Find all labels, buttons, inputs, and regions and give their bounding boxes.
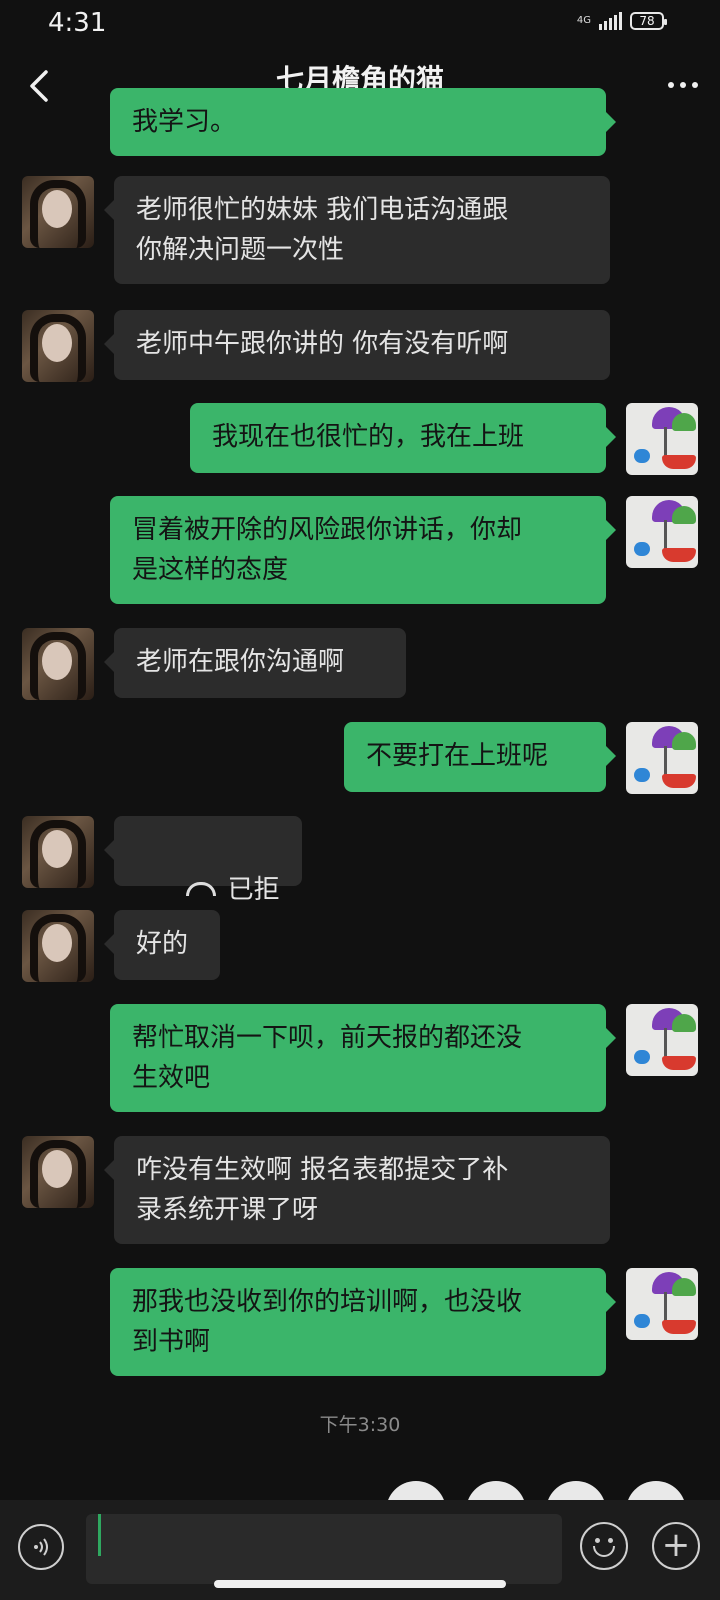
plus-button[interactable]: + xyxy=(652,1522,700,1570)
home-indicator[interactable] xyxy=(214,1580,506,1588)
user-avatar[interactable] xyxy=(626,496,698,568)
message-bubble[interactable]: 帮忙取消一下呗，前天报的都还没 生效吧 xyxy=(110,1004,616,1112)
emoji-button[interactable] xyxy=(580,1522,628,1570)
message-bubble[interactable]: 我现在也很忙的，我在上班 xyxy=(190,403,616,473)
contact-avatar[interactable] xyxy=(22,628,94,700)
user-avatar[interactable] xyxy=(626,1268,698,1340)
message-bubble[interactable]: 不要打在上班呢 xyxy=(344,722,616,792)
battery-icon: 78 xyxy=(630,12,667,30)
user-avatar[interactable] xyxy=(626,722,698,794)
message-bubble[interactable]: 老师中午跟你讲的 你有没有听啊 xyxy=(104,310,610,380)
call-declined-bubble[interactable]: 已拒绝 xyxy=(104,816,302,945)
emoji-eye xyxy=(608,1538,613,1543)
message-bubble[interactable]: 那我也没收到你的培训啊，也没收 到书啊 xyxy=(110,1268,616,1376)
network-type: 4G xyxy=(576,15,591,26)
user-avatar[interactable] xyxy=(626,403,698,475)
chat-area[interactable]: 我学习。 老师很忙的妹妹 我们电话沟通跟 你解决问题一次性 老师中午跟你讲的 你… xyxy=(0,88,720,1498)
signal-icon xyxy=(599,12,622,30)
more-options-icon[interactable] xyxy=(668,82,698,88)
message-input[interactable] xyxy=(86,1514,562,1584)
declined-call-icon xyxy=(185,881,216,896)
status-time: 4:31 xyxy=(48,8,107,38)
message-bubble[interactable]: 冒着被开除的风险跟你讲话，你却 是这样的态度 xyxy=(110,496,616,604)
message-bubble[interactable]: 老师在跟你沟通啊 xyxy=(104,628,406,698)
message-timestamp: 下午3:30 xyxy=(319,1414,401,1436)
contact-avatar[interactable] xyxy=(22,176,94,248)
battery-level: 78 xyxy=(639,14,655,28)
contact-avatar[interactable] xyxy=(22,310,94,382)
contact-avatar[interactable] xyxy=(22,910,94,982)
message-bubble[interactable]: 咋没有生效啊 报名表都提交了补 录系统开课了呀 xyxy=(104,1136,610,1244)
text-caret xyxy=(98,1514,101,1556)
status-bar: 4:31 4G 78 xyxy=(0,0,720,46)
message-bubble[interactable]: 我学习。 xyxy=(110,88,616,156)
contact-avatar[interactable] xyxy=(22,1136,94,1208)
voice-icon xyxy=(34,1538,48,1556)
emoji-mouth xyxy=(593,1546,615,1557)
voice-input-button[interactable] xyxy=(18,1524,64,1570)
message-bubble[interactable]: 好的 xyxy=(104,910,220,980)
message-bubble[interactable]: 老师很忙的妹妹 我们电话沟通跟 你解决问题一次性 xyxy=(104,176,610,284)
status-icons: 4G 78 xyxy=(576,12,667,30)
user-avatar[interactable] xyxy=(626,1004,698,1076)
contact-avatar[interactable] xyxy=(22,816,94,888)
emoji-eye xyxy=(595,1538,600,1543)
